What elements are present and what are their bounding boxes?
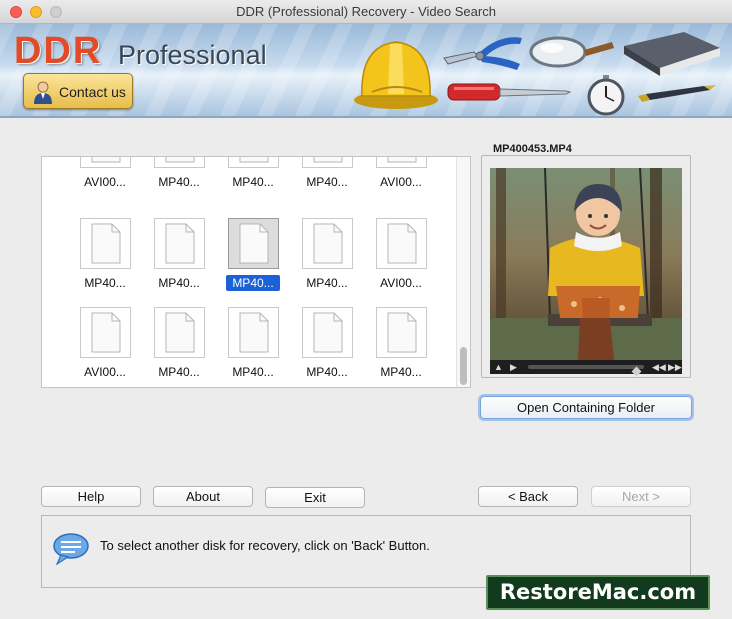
pliers-icon — [443, 37, 522, 70]
file-icon — [302, 157, 353, 168]
logo-professional: Professional — [118, 40, 267, 70]
video-preview-image — [490, 168, 682, 360]
volume-icon[interactable]: ▲ — [494, 361, 503, 373]
file-icon — [376, 307, 427, 358]
open-containing-folder-button[interactable]: Open Containing Folder — [480, 396, 692, 419]
file-item[interactable]: MP40... — [146, 218, 206, 308]
file-label: MP40... — [294, 276, 360, 290]
contact-us-button[interactable]: Contact us — [23, 73, 133, 109]
file-icon — [228, 218, 279, 269]
logo-ddr: DDR — [14, 30, 103, 72]
file-item[interactable]: MP40... — [146, 157, 206, 207]
file-item[interactable]: AVI00... — [368, 218, 428, 308]
file-label: MP40... — [146, 365, 212, 379]
file-item[interactable]: MP40... — [294, 157, 354, 207]
file-item[interactable]: AVI00... — [72, 157, 132, 207]
file-label-text: AVI00... — [84, 365, 126, 379]
app-banner: DDR Professional Contact us — [0, 24, 732, 118]
fast-forward-icon[interactable]: ▶▶ — [668, 361, 682, 373]
file-label: AVI00... — [72, 175, 138, 189]
file-label: AVI00... — [72, 365, 138, 379]
file-label: MP40... — [294, 365, 360, 379]
person-icon — [34, 81, 52, 104]
back-button[interactable]: < Back — [478, 486, 578, 507]
info-message: To select another disk for recovery, cli… — [100, 538, 430, 553]
watermark-badge: RestoreMac.com — [486, 575, 710, 610]
magnifying-glass-icon — [529, 36, 614, 68]
pen-icon — [638, 85, 716, 102]
file-item[interactable]: MP40... — [294, 218, 354, 308]
file-label-text: MP40... — [380, 365, 422, 379]
file-icon — [154, 218, 205, 269]
file-icon — [80, 307, 131, 358]
file-label-text: MP40... — [226, 275, 280, 291]
file-icon — [80, 218, 131, 269]
file-label-text: MP40... — [306, 365, 348, 379]
file-icon — [302, 218, 353, 269]
file-label: AVI00... — [368, 276, 434, 290]
play-icon[interactable]: ▶ — [510, 361, 517, 373]
file-label: MP40... — [294, 175, 360, 189]
file-label: MP40... — [146, 175, 212, 189]
video-player-controls: ▲ ▶ ◀◀ ▶▶ — [490, 360, 682, 377]
file-label: MP40... — [220, 365, 286, 379]
file-icon — [376, 157, 427, 168]
preview-filename: MP400453.MP4 — [490, 143, 575, 155]
file-label: MP40... — [146, 276, 212, 290]
file-label-text: AVI00... — [84, 175, 126, 189]
file-label-text: MP40... — [306, 276, 348, 290]
file-label-text: MP40... — [84, 276, 126, 290]
book-icon — [624, 32, 720, 76]
file-label-text: MP40... — [306, 175, 348, 189]
file-label-text: MP40... — [232, 365, 274, 379]
next-button[interactable]: Next > — [591, 486, 691, 507]
rewind-icon[interactable]: ◀◀ — [652, 361, 666, 373]
file-label-text: MP40... — [158, 276, 200, 290]
video-seek-bar[interactable] — [528, 365, 644, 377]
file-icon — [228, 307, 279, 358]
file-item[interactable]: MP40... — [146, 307, 206, 387]
file-label: MP40... — [72, 276, 138, 290]
screwdriver-icon — [447, 83, 572, 101]
file-icon — [80, 157, 131, 168]
stopwatch-icon — [587, 75, 625, 116]
file-label-text: AVI00... — [380, 276, 422, 290]
title-bar: DDR (Professional) Recovery - Video Sear… — [0, 0, 732, 24]
file-icon — [376, 218, 427, 269]
file-icon — [302, 307, 353, 358]
file-label-text: MP40... — [158, 365, 200, 379]
hard-hat-icon — [354, 41, 438, 109]
file-label: MP40... — [220, 275, 286, 291]
about-button[interactable]: About — [153, 486, 253, 507]
file-icon — [154, 307, 205, 358]
vertical-scrollbar[interactable] — [456, 157, 470, 387]
file-label-text: AVI00... — [380, 175, 422, 189]
scrollbar-thumb[interactable] — [460, 347, 467, 385]
file-icon — [154, 157, 205, 168]
file-icon — [228, 157, 279, 168]
contact-us-label: Contact us — [59, 84, 126, 100]
file-list-panel[interactable]: AVI00... MP40... MP40... MP40... AVI00... MP4… — [41, 156, 471, 388]
help-button[interactable]: Help — [41, 486, 141, 507]
file-item[interactable]: MP40... — [220, 218, 280, 308]
file-label: MP40... — [220, 175, 286, 189]
file-label: AVI00... — [368, 175, 434, 189]
file-label-text: MP40... — [158, 175, 200, 189]
window-title: DDR (Professional) Recovery - Video Sear… — [236, 4, 496, 19]
file-item[interactable]: MP40... — [220, 307, 280, 387]
file-item[interactable]: MP40... — [72, 218, 132, 308]
file-item[interactable]: AVI00... — [368, 157, 428, 207]
file-item[interactable]: MP40... — [368, 307, 428, 387]
file-item[interactable]: MP40... — [220, 157, 280, 207]
file-label-text: MP40... — [232, 175, 274, 189]
file-item[interactable]: AVI00... — [72, 307, 132, 387]
exit-button[interactable]: Exit — [265, 487, 365, 508]
file-label: MP40... — [368, 365, 434, 379]
file-item[interactable]: MP40... — [294, 307, 354, 387]
speech-bubble-icon — [53, 533, 89, 565]
